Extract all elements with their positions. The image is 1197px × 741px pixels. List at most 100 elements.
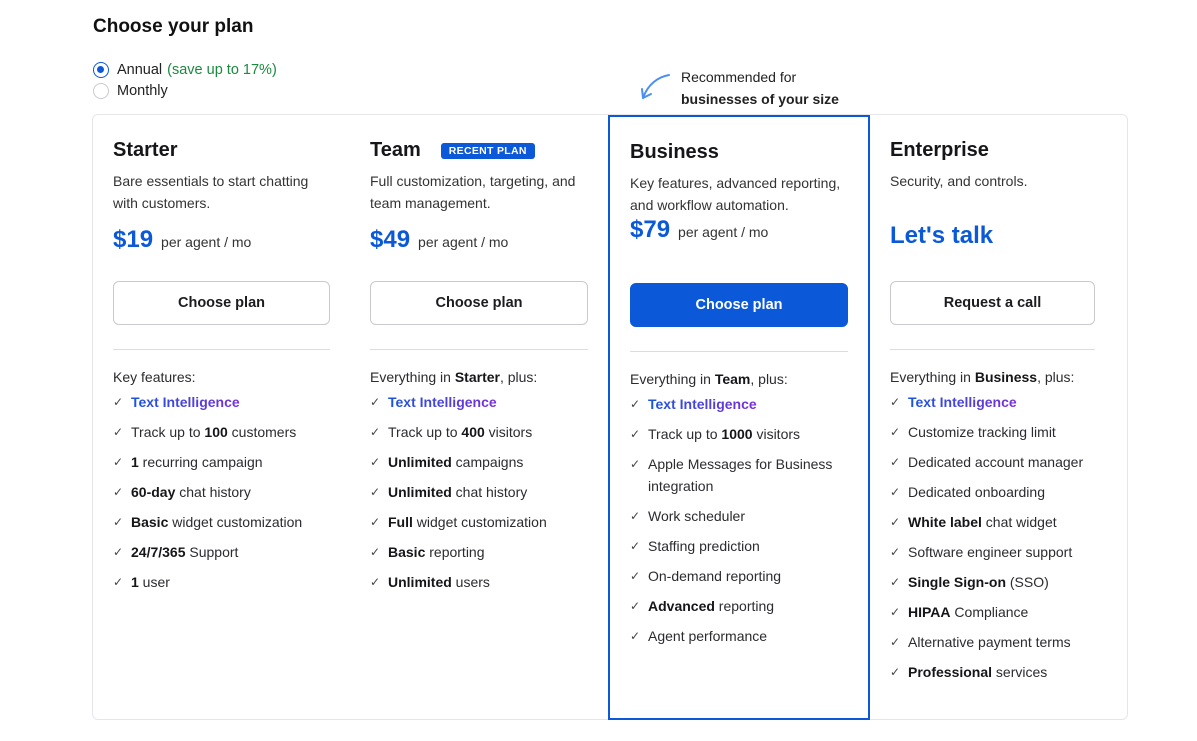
feature-text: Advanced reporting xyxy=(648,598,775,614)
feature-text: Agent performance xyxy=(648,628,768,644)
billing-toggle: Annual (save up to 17%) Monthly xyxy=(93,59,277,101)
check-icon: ✓ xyxy=(113,545,124,559)
feature-text: Dedicated account manager xyxy=(908,454,1084,470)
plan-name: Starter xyxy=(113,139,178,161)
feature-item: ✓ Track up to 400 visitors xyxy=(370,421,595,443)
check-icon: ✓ xyxy=(890,635,901,649)
monthly-option[interactable]: Monthly xyxy=(93,80,277,101)
feature-item: ✓ Software engineer support xyxy=(890,541,1115,563)
feature-text: Basic reporting xyxy=(388,544,485,560)
feature-item: ✓ Dedicated account manager xyxy=(890,451,1115,473)
plan-business: Business Key features, advanced reportin… xyxy=(630,141,850,244)
feature-list: ✓ Text Intelligence ✓ Track up to 100 custo… xyxy=(113,391,338,593)
feature-item: ✓ Unlimited campaigns xyxy=(370,451,595,473)
plan-description: Security, and controls. xyxy=(890,173,1028,189)
feature-item: ✓ Professional services xyxy=(890,661,1115,683)
check-icon: ✓ xyxy=(630,569,641,583)
feature-text: Text Intelligence xyxy=(388,391,497,413)
feature-text: Unlimited campaigns xyxy=(388,454,524,470)
feature-text: Software engineer support xyxy=(908,544,1073,560)
divider xyxy=(113,349,330,350)
feature-text: Single Sign-on (SSO) xyxy=(908,574,1049,590)
request-call-button[interactable]: Request a call xyxy=(890,281,1095,325)
choose-plan-team-button[interactable]: Choose plan xyxy=(370,281,588,325)
plan-description: Bare essentials to start chatting with c… xyxy=(113,173,309,211)
features-heading: Key features: xyxy=(113,369,196,385)
feature-item: ✓ Text Intelligence xyxy=(630,393,855,415)
monthly-label: Monthly xyxy=(117,82,168,99)
feature-text: HIPAA Compliance xyxy=(908,604,1029,620)
feature-text: Track up to 1000 visitors xyxy=(648,426,801,442)
feature-item: ✓ On-demand reporting xyxy=(630,565,855,587)
feature-text: Basic widget customization xyxy=(131,514,303,530)
check-icon: ✓ xyxy=(113,425,124,439)
page-title: Choose your plan xyxy=(93,16,254,37)
feature-text: Alternative payment terms xyxy=(908,634,1071,650)
feature-item: ✓ Unlimited chat history xyxy=(370,481,595,503)
curved-arrow-icon xyxy=(641,74,670,99)
feature-item: ✓ 1 recurring campaign xyxy=(113,451,338,473)
check-icon: ✓ xyxy=(370,395,381,409)
feature-text: Text Intelligence xyxy=(648,393,757,415)
enterprise-features: Everything in Business, plus: ✓ Text Inte… xyxy=(890,366,1115,683)
feature-text: White label chat widget xyxy=(908,514,1057,530)
check-icon: ✓ xyxy=(630,509,641,523)
annual-option[interactable]: Annual (save up to 17%) xyxy=(93,59,277,80)
feature-item: ✓ Staffing prediction xyxy=(630,535,855,557)
plan-starter: Starter Bare essentials to start chattin… xyxy=(113,139,333,254)
feature-item: ✓ White label chat widget xyxy=(890,511,1115,533)
feature-item: ✓ Alternative payment terms xyxy=(890,631,1115,653)
text-intelligence-link[interactable]: Text Intelligence xyxy=(131,394,240,410)
annual-save-note: (save up to 17%) xyxy=(167,61,277,78)
feature-item: ✓ HIPAA Compliance xyxy=(890,601,1115,623)
feature-text: 60-day chat history xyxy=(131,484,251,500)
text-intelligence-link[interactable]: Text Intelligence xyxy=(648,396,757,412)
text-intelligence-link[interactable]: Text Intelligence xyxy=(908,394,1017,410)
choose-plan-starter-button[interactable]: Choose plan xyxy=(113,281,330,325)
feature-item: ✓ Dedicated onboarding xyxy=(890,481,1115,503)
recommendation-line1: Recommended for xyxy=(681,69,797,85)
plan-name-row: Team RECENT PLAN xyxy=(370,139,590,162)
feature-item: ✓ Customize tracking limit xyxy=(890,421,1115,443)
team-features: Everything in Starter, plus: ✓ Text Intel… xyxy=(370,366,595,593)
business-features: Everything in Team, plus: ✓ Text Intellig… xyxy=(630,368,855,647)
check-icon: ✓ xyxy=(113,485,124,499)
divider xyxy=(630,351,848,352)
plan-name: Enterprise xyxy=(890,139,989,161)
choose-plan-business-button[interactable]: Choose plan xyxy=(630,283,848,327)
recent-plan-badge: RECENT PLAN xyxy=(440,142,535,159)
monthly-radio[interactable] xyxy=(93,82,109,99)
feature-text: Text Intelligence xyxy=(908,391,1017,413)
feature-list: ✓ Text Intelligence ✓ Track up to 400 visit… xyxy=(370,391,595,593)
price-amount: $19 xyxy=(113,226,154,253)
check-icon: ✓ xyxy=(370,425,381,439)
check-icon: ✓ xyxy=(890,545,901,559)
feature-item: ✓ Unlimited users xyxy=(370,571,595,593)
price-amount: $49 xyxy=(370,226,411,253)
feature-text: On-demand reporting xyxy=(648,568,782,584)
feature-text: 24/7/365 Support xyxy=(131,544,239,560)
plan-price: $19 per agent / mo xyxy=(113,226,333,254)
feature-item: ✓ Advanced reporting xyxy=(630,595,855,617)
price-unit: per agent / mo xyxy=(418,234,509,250)
feature-item: ✓ Full widget customization xyxy=(370,511,595,533)
check-icon: ✓ xyxy=(630,599,641,613)
feature-text: Work scheduler xyxy=(648,508,746,524)
check-icon: ✓ xyxy=(630,539,641,553)
feature-list: ✓ Text Intelligence ✓ Customize tracking li… xyxy=(890,391,1115,683)
feature-item: ✓ Apple Messages for Business integration xyxy=(630,453,855,497)
check-icon: ✓ xyxy=(890,515,901,529)
feature-text: Staffing prediction xyxy=(648,538,760,554)
check-icon: ✓ xyxy=(890,605,901,619)
plan-enterprise: Enterprise Security, and controls. Let's… xyxy=(890,139,1110,250)
feature-item: ✓ Track up to 100 customers xyxy=(113,421,338,443)
features-heading: Everything in Team, plus: xyxy=(630,371,788,387)
check-icon: ✓ xyxy=(370,485,381,499)
check-icon: ✓ xyxy=(890,425,901,439)
plan-name: Business xyxy=(630,141,719,163)
feature-item: ✓ 1 user xyxy=(113,571,338,593)
check-icon: ✓ xyxy=(630,427,641,441)
text-intelligence-link[interactable]: Text Intelligence xyxy=(388,394,497,410)
feature-item: ✓ 60-day chat history xyxy=(113,481,338,503)
annual-radio[interactable] xyxy=(93,61,109,78)
